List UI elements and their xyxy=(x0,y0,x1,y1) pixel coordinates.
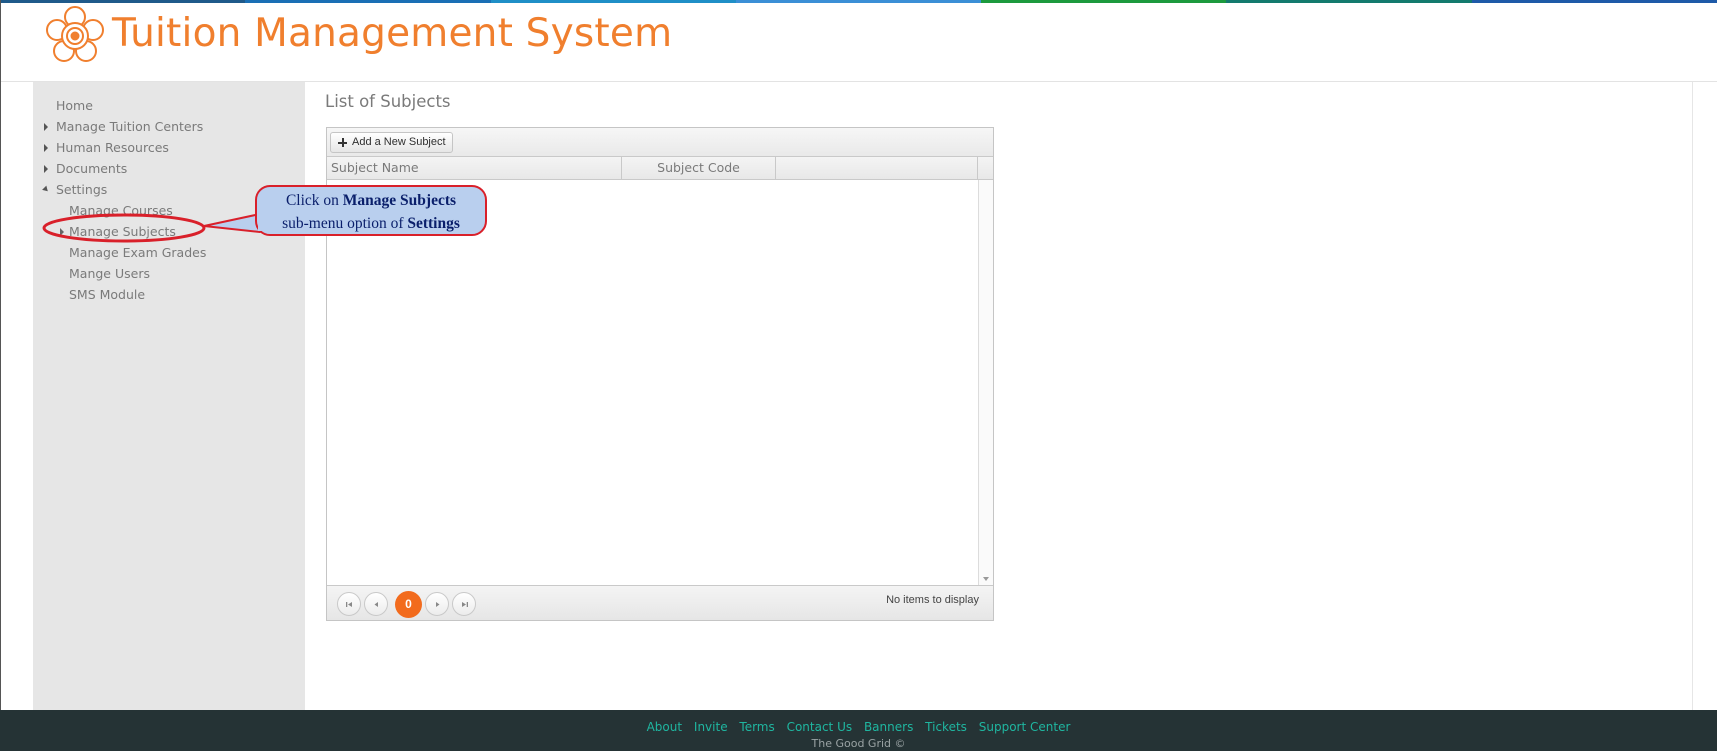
page-title: List of Subjects xyxy=(325,92,451,111)
caret-right-icon[interactable] xyxy=(44,144,48,152)
caret-right-icon[interactable] xyxy=(44,123,48,131)
column-header-blank xyxy=(776,157,978,179)
previous-page-icon xyxy=(374,602,378,607)
next-page-icon xyxy=(436,602,440,607)
footer-link-invite[interactable]: Invite xyxy=(694,720,728,734)
sidebar-item-label: Documents xyxy=(56,161,128,176)
last-page-icon xyxy=(462,602,468,607)
plus-icon xyxy=(338,138,347,147)
sidebar-item-label: Manage Courses xyxy=(69,203,173,218)
sidebar-item-label: Manage Exam Grades xyxy=(69,245,207,260)
sidebar-item-label: SMS Module xyxy=(69,287,146,302)
first-page-icon xyxy=(346,602,352,607)
footer-link-contact-us[interactable]: Contact Us xyxy=(787,720,853,734)
sidebar-item-manage-tuition-centers[interactable]: Manage Tuition Centers xyxy=(33,116,305,137)
grid-header: Subject Name Subject Code xyxy=(327,157,993,180)
app-title: Tuition Management System xyxy=(112,11,673,56)
footer-link-terms[interactable]: Terms xyxy=(739,720,774,734)
column-header-subject-code[interactable]: Subject Code xyxy=(622,157,776,179)
callout-text: Click on Manage Subjects sub-menu option… xyxy=(258,189,484,235)
current-page-indicator[interactable]: 0 xyxy=(395,591,422,618)
sidebar-item-home[interactable]: Home xyxy=(33,95,305,116)
callout-line-2: sub-menu option of Settings xyxy=(282,215,460,232)
column-header-subject-name[interactable]: Subject Name xyxy=(327,157,622,179)
caret-down-icon[interactable] xyxy=(42,185,50,194)
sidebar-item-label: Home xyxy=(56,98,93,113)
footer-link-tickets[interactable]: Tickets xyxy=(925,720,967,734)
sidebar-item-label: Human Resources xyxy=(56,140,169,155)
previous-page-button[interactable] xyxy=(364,592,388,616)
flower-logo-icon[interactable] xyxy=(44,5,106,67)
sidebar-item-label: Manage Tuition Centers xyxy=(56,119,204,134)
last-page-button[interactable] xyxy=(452,592,476,616)
sidebar-item-human-resources[interactable]: Human Resources xyxy=(33,137,305,158)
grid-toolbar: Add a New Subject xyxy=(327,128,993,157)
pager-status: No items to display xyxy=(886,594,979,606)
add-new-subject-label: Add a New Subject xyxy=(352,136,446,148)
grid-body xyxy=(327,180,978,585)
grid-pager: 0 No items to display xyxy=(327,585,993,620)
app-header: Tuition Management System xyxy=(0,3,1717,82)
first-page-button[interactable] xyxy=(337,592,361,616)
sidebar: Home Manage Tuition Centers Human Resour… xyxy=(33,82,305,710)
footer: About Invite Terms Contact Us Banners Ti… xyxy=(0,710,1717,751)
caret-right-icon[interactable] xyxy=(44,165,48,173)
copyright: The Good Grid © xyxy=(811,737,906,750)
footer-link-support-center[interactable]: Support Center xyxy=(979,720,1071,734)
pointer-icon: › xyxy=(0,368,1,378)
content-right-border xyxy=(1692,82,1693,710)
sidebar-item-label: Manage Subjects xyxy=(69,224,176,239)
footer-link-about[interactable]: About xyxy=(647,720,682,734)
sidebar-item-label: Settings xyxy=(56,182,108,197)
callout-line-1: Click on Manage Subjects xyxy=(285,192,457,209)
sidebar-subitem-mange-users[interactable]: Mange Users xyxy=(33,263,305,284)
grid-vertical-scrollbar[interactable] xyxy=(978,180,993,585)
caret-right-icon[interactable] xyxy=(60,228,64,236)
footer-link-banners[interactable]: Banners xyxy=(864,720,913,734)
scroll-down-arrow-icon[interactable] xyxy=(983,577,989,581)
add-new-subject-button[interactable]: Add a New Subject xyxy=(330,132,453,153)
sidebar-item-label: Mange Users xyxy=(69,266,150,281)
sidebar-item-documents[interactable]: Documents xyxy=(33,158,305,179)
next-page-button[interactable] xyxy=(425,592,449,616)
sidebar-subitem-sms-module[interactable]: SMS Module xyxy=(33,284,305,305)
sidebar-subitem-manage-exam-grades[interactable]: Manage Exam Grades xyxy=(33,242,305,263)
footer-links: About Invite Terms Contact Us Banners Ti… xyxy=(0,720,1717,734)
